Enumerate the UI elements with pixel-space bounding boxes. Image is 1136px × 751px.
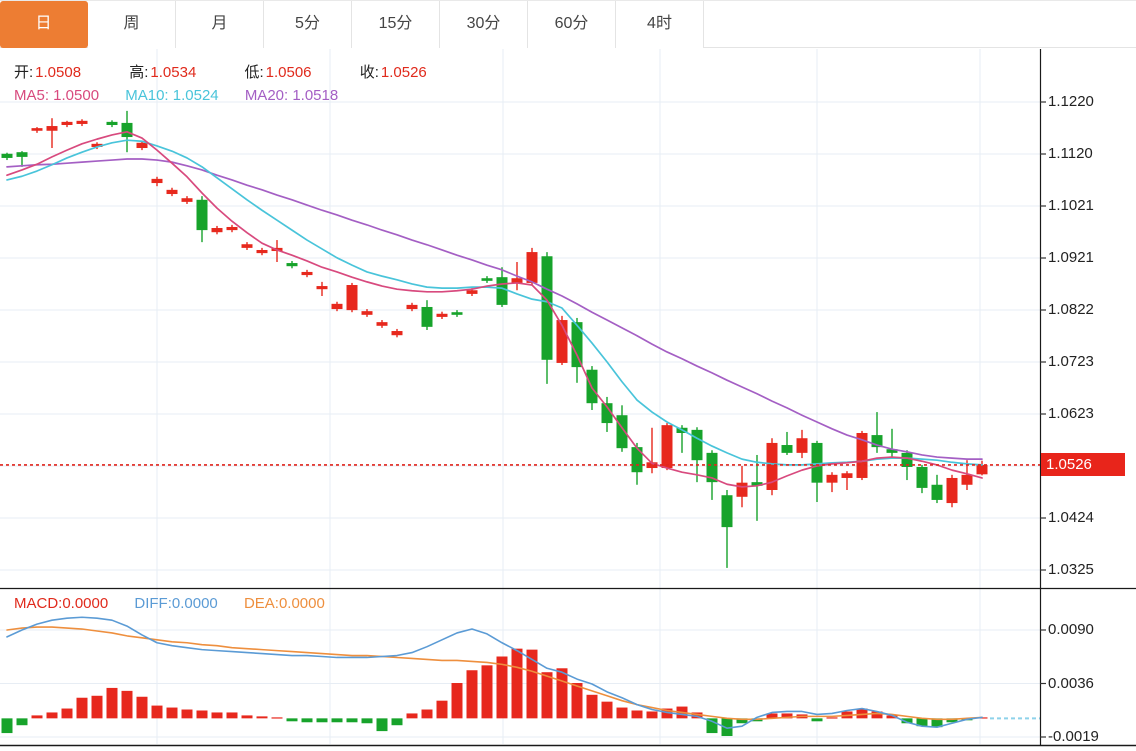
ohlc-legend: 开:1.0508 高:1.0534 低:1.0506 收:1.0526 <box>14 61 471 82</box>
y-axis-tick-label: 0.0090 <box>1048 621 1094 639</box>
macd-legend-value: MACD:0.0000 <box>14 595 108 612</box>
open-label: 开: <box>14 64 33 81</box>
y-axis-tick-label: 1.0623 <box>1048 405 1094 423</box>
trading-chart-app: 日 周 月 5分 15分 30分 60分 4时 开:1.0508 高:1.053… <box>0 0 1136 751</box>
y-axis-tick-label: 1.0424 <box>1048 509 1094 527</box>
close-label: 收: <box>360 64 379 81</box>
macd-legend: MACD:0.0000 DIFF:0.0000 DEA:0.0000 <box>14 595 347 612</box>
ma10-legend-value: MA10: 1.0524 <box>125 87 218 104</box>
high-value: 1.0534 <box>150 64 196 81</box>
y-axis-tick-label: 0.0036 <box>1048 675 1094 693</box>
y-axis-tick-label: 1.1021 <box>1048 197 1094 215</box>
ma5-legend-value: MA5: 1.0500 <box>14 87 99 104</box>
current-price-badge: 1.0526 <box>1041 453 1125 476</box>
chart-canvas[interactable] <box>0 0 1136 751</box>
open-value: 1.0508 <box>35 64 81 81</box>
low-label: 低: <box>244 64 263 81</box>
low-value: 1.0506 <box>266 64 312 81</box>
high-label: 高: <box>129 64 148 81</box>
y-axis-tick-label: 1.0822 <box>1048 301 1094 319</box>
y-axis-tick-label: 1.0723 <box>1048 353 1094 371</box>
y-axis-tick-label: 1.0921 <box>1048 249 1094 267</box>
close-value: 1.0526 <box>381 64 427 81</box>
ma-legend: MA5: 1.0500 MA10: 1.0524 MA20: 1.0518 <box>14 87 360 104</box>
y-axis-tick-label: 1.1220 <box>1048 93 1094 111</box>
y-axis-tick-label: 1.1120 <box>1048 145 1093 163</box>
y-axis-tick-label: -0.0019 <box>1048 728 1099 746</box>
dea-legend-value: DEA:0.0000 <box>244 595 325 612</box>
ma20-legend-value: MA20: 1.0518 <box>245 87 338 104</box>
y-axis-tick-label: 1.0325 <box>1048 561 1094 579</box>
diff-legend-value: DIFF:0.0000 <box>134 595 217 612</box>
